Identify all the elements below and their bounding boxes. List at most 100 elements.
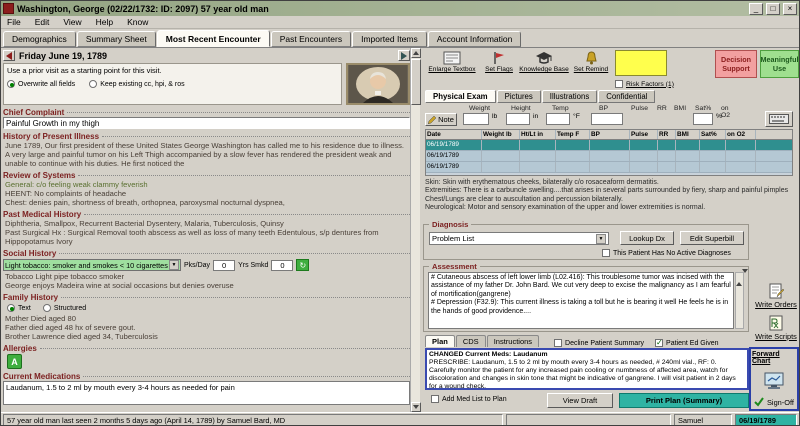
scroll-up-button[interactable] [411,48,421,58]
decline-patient-summary-row: Decline Patient Summary [554,339,644,347]
radio-keep-existing[interactable] [89,80,97,88]
next-encounter-button[interactable] [398,50,410,61]
vitals-note-button[interactable]: Note [425,113,457,126]
tab-most-recent-encounter[interactable]: Most Recent Encounter [157,30,270,47]
temp-input[interactable] [546,113,570,125]
lookup-dx-button[interactable]: Lookup Dx [620,231,674,245]
menu-know[interactable]: Know [127,17,148,27]
set-flags-button[interactable]: Set Flags [481,51,517,73]
weight-input[interactable] [463,113,489,125]
assessment-groupbox: Assessment # Cutaneous abscess of left l… [423,266,749,332]
tab-summary-sheet[interactable]: Summary Sheet [77,31,156,47]
tab-pictures[interactable]: Pictures [497,90,541,103]
scroll-down-button[interactable] [411,402,421,412]
chevron-down-icon[interactable] [169,260,179,270]
menu-help[interactable]: Help [96,17,113,27]
no-active-diagnoses-checkbox[interactable] [602,249,610,257]
patient-ed-given-checkbox[interactable] [655,339,663,347]
chart-finish-box: Forward Chart Sign-Off [749,347,799,411]
plan-tab-bar: Plan CDS Instructions Decline Patient Su… [425,335,749,347]
minimize-button[interactable] [749,3,763,15]
allergies-label: Allergies [3,344,37,353]
forward-chart-button[interactable]: Forward Chart [752,351,796,365]
current-medications-text[interactable]: Laudanum, 1.5 to 2 ml by mouth every 3-4… [3,381,410,405]
overwrite-all-fields-option[interactable]: Overwrite all fields [7,80,75,88]
menu-file[interactable]: File [7,17,21,27]
sat-input[interactable] [693,113,713,125]
chief-complaint-label: Chief Complaint [3,108,64,117]
tab-demographics[interactable]: Demographics [3,31,76,47]
write-scripts-button[interactable]: Write Scripts [753,315,799,341]
flowsheet-button[interactable] [765,111,793,127]
maximize-button[interactable] [766,3,780,15]
fh-text-option[interactable]: Text [7,304,31,312]
family-history-label: Family History [3,293,58,302]
tab-plan[interactable]: Plan [425,335,455,347]
set-remind-button[interactable]: Set Remind [571,51,611,73]
tab-physical-exam[interactable]: Physical Exam [425,90,496,103]
prev-encounter-button[interactable] [3,50,15,61]
sign-off-button[interactable]: Sign-Off [754,397,794,407]
chief-complaint-input[interactable] [3,117,410,129]
temp-unit: °F [573,113,580,120]
yrs-smkd-input[interactable] [271,260,293,271]
orders-pad-icon [768,283,784,299]
family-history-text[interactable]: Mother Died aged 80 Father died aged 48 … [3,314,410,341]
problem-list-dropdown[interactable]: Problem List [429,232,609,245]
tab-instructions[interactable]: Instructions [487,335,539,347]
pks-day-input[interactable] [213,260,235,271]
patient-portrait [346,63,410,105]
chevron-down-icon[interactable] [596,234,606,244]
close-button[interactable] [783,3,797,15]
decision-support-button[interactable]: Decision Support [715,50,757,78]
alert-flag-box[interactable] [615,50,667,76]
knowledge-base-button[interactable]: Knowledge Base [519,51,569,73]
decline-patient-summary-checkbox[interactable] [554,339,562,347]
radio-fh-structured[interactable] [43,304,51,312]
assessment-scrollbar[interactable] [735,272,744,329]
meaningful-use-button[interactable]: Meaningful Use [760,50,799,78]
vitals-row[interactable]: 06/19/1789 [426,140,792,151]
print-plan-button[interactable]: Print Plan (Summary) [619,393,749,408]
menu-edit[interactable]: Edit [35,17,50,27]
tab-past-encounters[interactable]: Past Encounters [271,31,351,47]
ros-text[interactable]: General: c/o feeling weak clammy feveris… [3,180,410,207]
assessment-text[interactable]: # Cutaneous abscess of left lower limb (… [428,272,734,329]
height-input[interactable] [506,113,530,125]
tab-confidential[interactable]: Confidential [598,90,655,103]
hpi-text[interactable]: June 1789, Our first president of these … [3,141,410,168]
scrollbar-thumb[interactable] [411,59,421,105]
enlarge-textbox-button[interactable]: Enlarge Textbox [427,51,477,73]
fh-structured-option[interactable]: Structured [43,304,86,312]
write-orders-button[interactable]: Write Orders [753,283,799,309]
edit-superbill-button[interactable]: Edit Superbill [680,231,744,245]
tab-account-information[interactable]: Account Information [428,31,522,47]
left-arrow-icon [6,52,12,60]
exam-findings-text[interactable]: Skin: Skin with erythematous cheeks, bil… [425,179,795,219]
pmh-text[interactable]: Diphtheria, Smallpox, Recurrent Bacteria… [3,219,410,246]
hpi-section: History of Present Illness [3,131,410,141]
smoking-status-dropdown[interactable]: Light tobacco: smoker and smokes < 10 ci… [3,259,181,271]
menu-view[interactable]: View [63,17,81,27]
left-panel-scrollbar[interactable] [410,48,420,412]
view-draft-button[interactable]: View Draft [547,393,613,408]
radio-overwrite[interactable] [7,80,15,88]
allergy-icon[interactable]: A [7,354,22,369]
risk-factors-link[interactable]: Risk Factors (1) [626,81,674,88]
vitals-row[interactable]: 06/19/1789 [426,151,792,162]
refresh-smoking-icon[interactable]: ↻ [296,259,309,271]
radio-fh-text[interactable] [7,304,15,312]
graduation-cap-icon [535,51,553,65]
social-history-text[interactable]: Tobacco Light pipe tobacco smoker George… [3,272,410,290]
vitals-row[interactable]: 06/19/1789 [426,162,792,173]
tab-cds[interactable]: CDS [456,335,486,347]
add-med-list-checkbox[interactable] [431,395,439,403]
tab-imported-items[interactable]: Imported Items [352,31,427,47]
right-arrow-icon [401,52,407,60]
bp-input[interactable] [591,113,623,125]
risk-factors-checkbox[interactable] [615,80,623,88]
tab-illustrations[interactable]: Illustrations [542,90,597,103]
weight-unit: lb [492,113,497,120]
plan-text[interactable]: CHANGED Current Meds: Laudanum PRESCRIBE… [425,348,749,390]
keep-existing-option[interactable]: Keep existing cc, hpi, & ros [89,80,184,88]
